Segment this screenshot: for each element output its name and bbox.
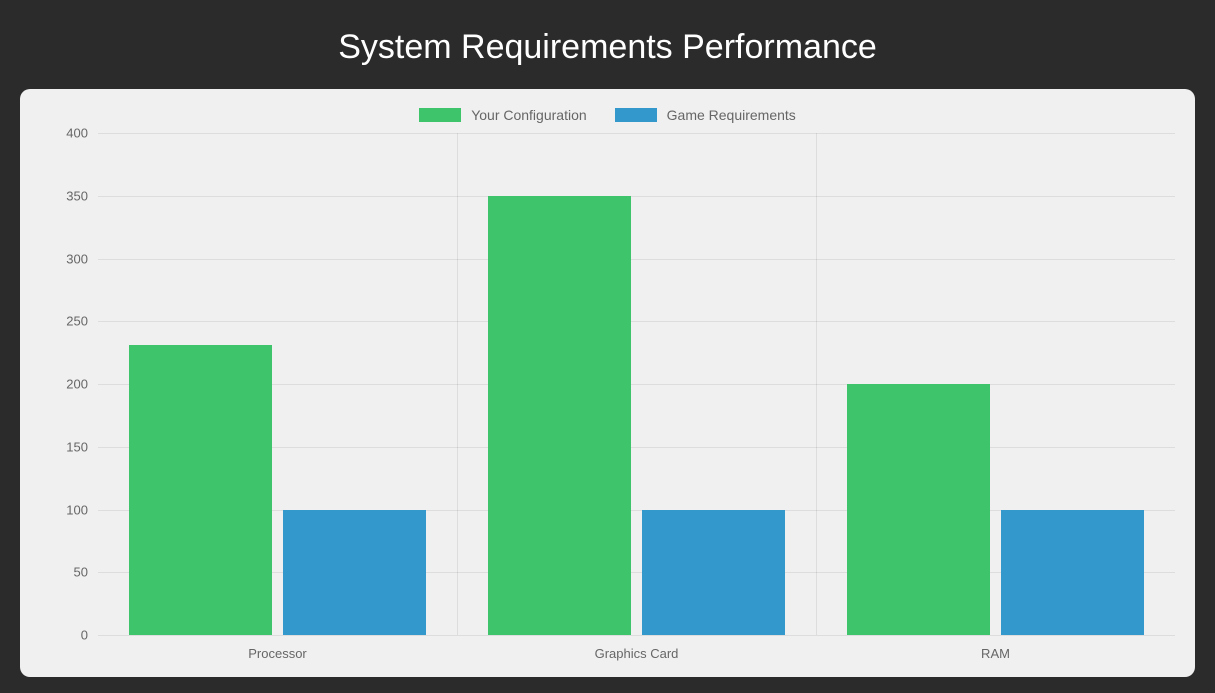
x-tick-label: Processor bbox=[248, 646, 307, 661]
y-tick-label: 150 bbox=[48, 439, 88, 454]
bar-game-requirements[interactable] bbox=[642, 510, 786, 636]
y-tick-label: 0 bbox=[48, 628, 88, 643]
bar-game-requirements[interactable] bbox=[283, 510, 427, 636]
y-tick-label: 50 bbox=[48, 565, 88, 580]
grid-vline bbox=[816, 133, 817, 635]
legend-item-game-requirements[interactable]: Game Requirements bbox=[615, 107, 796, 123]
bar-your-configuration[interactable] bbox=[488, 196, 632, 635]
bar-your-configuration[interactable] bbox=[847, 384, 991, 635]
gridline bbox=[98, 196, 1175, 197]
y-tick-label: 300 bbox=[48, 251, 88, 266]
bar-game-requirements[interactable] bbox=[1001, 510, 1145, 636]
bar-your-configuration[interactable] bbox=[129, 345, 273, 635]
y-tick-label: 400 bbox=[48, 126, 88, 141]
y-tick-label: 200 bbox=[48, 377, 88, 392]
y-tick-label: 250 bbox=[48, 314, 88, 329]
x-tick-label: RAM bbox=[981, 646, 1010, 661]
gridline bbox=[98, 133, 1175, 134]
page-title: System Requirements Performance bbox=[0, 0, 1215, 89]
legend-swatch-green bbox=[419, 108, 461, 122]
grid-vline bbox=[457, 133, 458, 635]
chart-legend: Your Configuration Game Requirements bbox=[20, 89, 1195, 123]
chart-plot-area: 050100150200250300350400ProcessorGraphic… bbox=[98, 133, 1175, 635]
gridline bbox=[98, 635, 1175, 636]
gridline bbox=[98, 321, 1175, 322]
chart-card: Your Configuration Game Requirements 050… bbox=[20, 89, 1195, 677]
legend-swatch-blue bbox=[615, 108, 657, 122]
legend-item-your-configuration[interactable]: Your Configuration bbox=[419, 107, 586, 123]
gridline bbox=[98, 259, 1175, 260]
x-tick-label: Graphics Card bbox=[595, 646, 679, 661]
legend-label: Game Requirements bbox=[667, 107, 796, 123]
y-tick-label: 350 bbox=[48, 188, 88, 203]
y-tick-label: 100 bbox=[48, 502, 88, 517]
legend-label: Your Configuration bbox=[471, 107, 586, 123]
